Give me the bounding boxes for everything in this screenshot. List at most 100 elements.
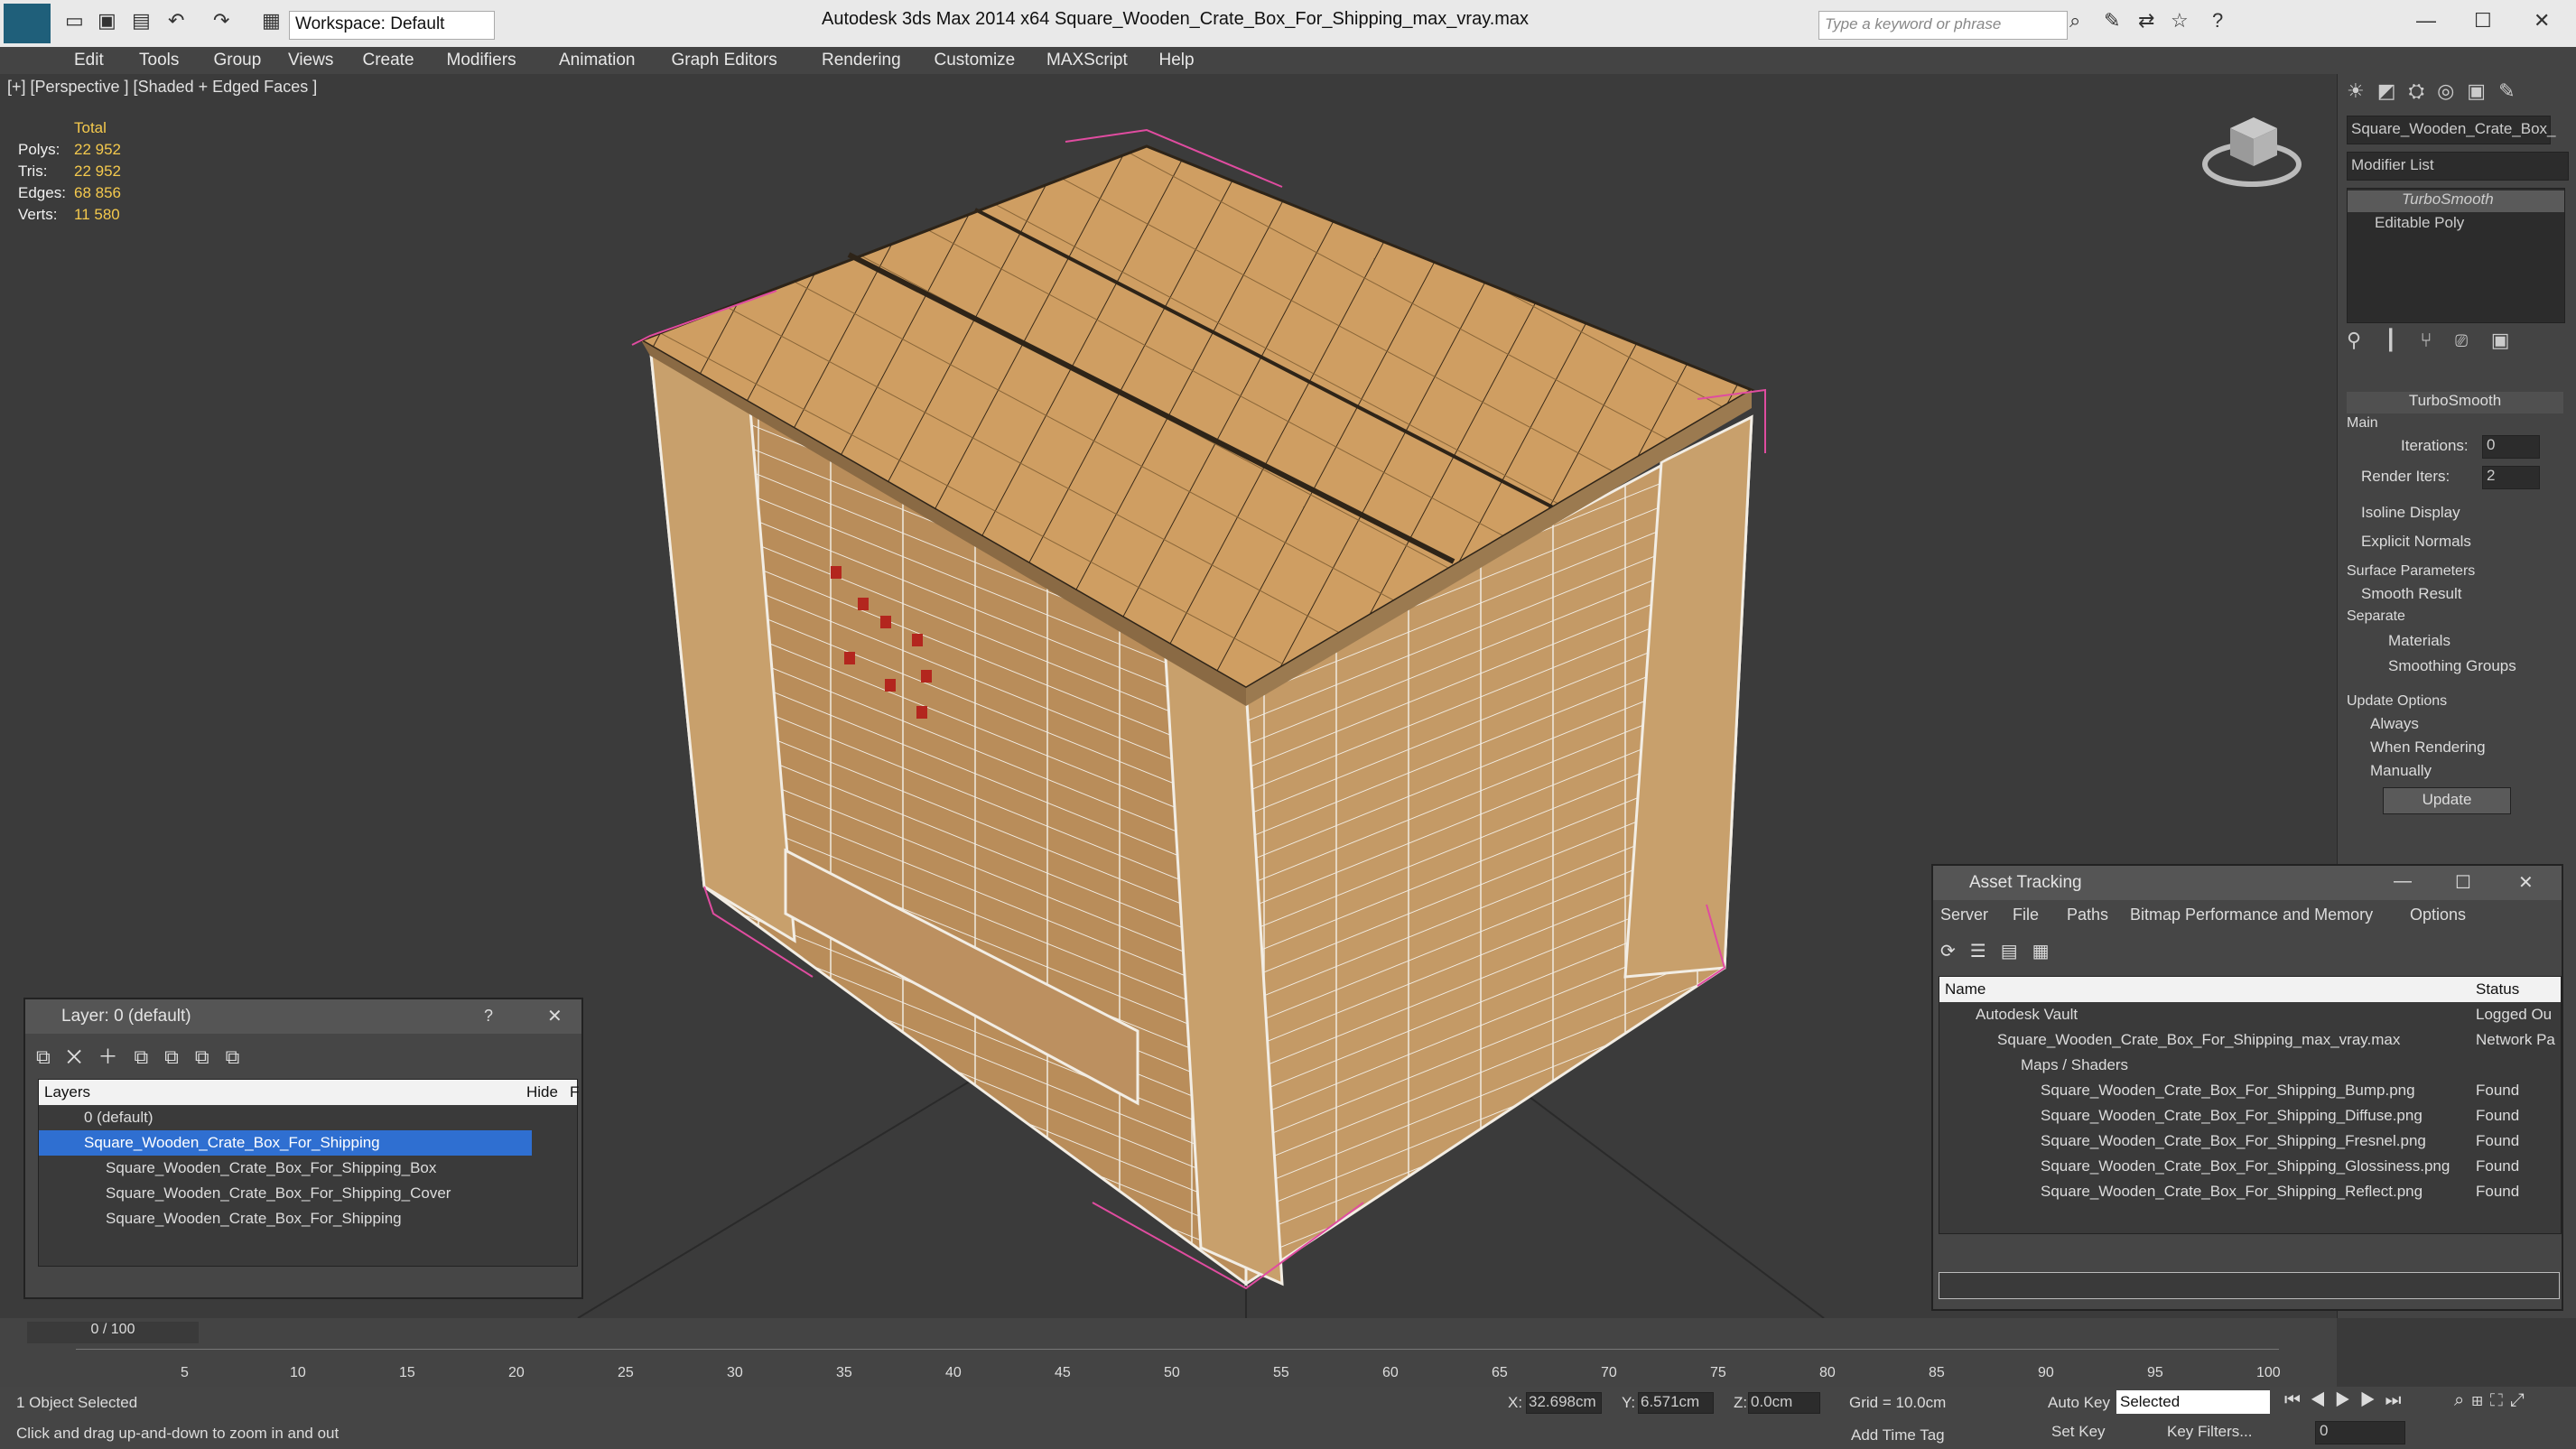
- exchange-icon[interactable]: ⇄: [2138, 9, 2154, 33]
- asset-row[interactable]: Maps / Shaders: [1939, 1053, 2561, 1078]
- save-icon[interactable]: ▤: [132, 9, 151, 33]
- stats-row: Polys: 22 952: [18, 141, 121, 158]
- layer-row[interactable]: Square_Wooden_Crate_Box_For_Shipping_Box: [39, 1156, 577, 1181]
- menu-item-maxscript[interactable]: MAXScript: [1046, 51, 1128, 70]
- iterations-spinner[interactable]: 0: [2482, 435, 2540, 459]
- help-icon[interactable]: ?: [2212, 9, 2223, 33]
- open-file-icon[interactable]: ▣: [98, 9, 116, 33]
- asset-row[interactable]: Square_Wooden_Crate_Box_For_Shipping_Fre…: [1939, 1129, 2561, 1154]
- timeline-tick: 65: [1492, 1365, 1508, 1380]
- asset-row[interactable]: Square_Wooden_Crate_Box_For_Shipping_max…: [1939, 1027, 2561, 1053]
- current-frame-field[interactable]: 0: [2315, 1421, 2405, 1444]
- smoothing-groups-checkbox[interactable]: Smoothing Groups: [2388, 657, 2516, 675]
- menu-item-create[interactable]: Create: [363, 51, 414, 70]
- z-coordinate[interactable]: 0.0cm: [1748, 1392, 1820, 1414]
- command-tabs[interactable]: ☀◩⛭◎▣✎: [2347, 79, 2528, 103]
- menu-item-animation[interactable]: Animation: [559, 51, 636, 70]
- stack-item-turbosmooth[interactable]: TurboSmooth: [2348, 190, 2564, 212]
- isoline-checkbox[interactable]: Isoline Display: [2361, 504, 2460, 522]
- add-time-tag[interactable]: Add Time Tag: [1851, 1426, 1945, 1444]
- layer-row[interactable]: 0 (default): [39, 1105, 577, 1130]
- maximize-icon[interactable]: ☐: [2474, 9, 2492, 33]
- stack-tools[interactable]: ⚲┃⑂⎚▣: [2347, 329, 2534, 352]
- asset-menu-server[interactable]: Server: [1940, 906, 1988, 924]
- update-button[interactable]: Update: [2383, 787, 2511, 814]
- layer-toolbar[interactable]: ⧉✕＋⧉⧉⧉⧉: [36, 1041, 256, 1070]
- menu-item-help[interactable]: Help: [1159, 51, 1195, 70]
- asset-row[interactable]: Autodesk Vault Logged Ou: [1939, 1002, 2561, 1027]
- menu-item-views[interactable]: Views: [288, 51, 333, 70]
- materials-checkbox[interactable]: Materials: [2388, 632, 2450, 650]
- asset-row[interactable]: Square_Wooden_Crate_Box_For_Shipping_Glo…: [1939, 1154, 2561, 1179]
- search-input[interactable]: Type a keyword or phrase: [1818, 11, 2068, 40]
- layer-row[interactable]: Square_Wooden_Crate_Box_For_Shipping_Cov…: [39, 1181, 577, 1206]
- workspace-dropdown[interactable]: Workspace: Default: [289, 11, 495, 40]
- menu-item-modifiers[interactable]: Modifiers: [447, 51, 516, 70]
- tools-icon[interactable]: ✎: [2104, 9, 2120, 33]
- timeline-tick: 5: [181, 1365, 189, 1380]
- modifier-list-dropdown[interactable]: Modifier List: [2347, 152, 2569, 181]
- asset-menu-file[interactable]: File: [2013, 906, 2039, 924]
- manually-radio[interactable]: Manually: [2370, 762, 2432, 780]
- timeline[interactable]: 0 / 100 5 10 15 20 25 30 35 40 45 50 55 60 65 70 75 80 8…: [0, 1318, 2337, 1387]
- object-name-field[interactable]: Square_Wooden_Crate_Box_: [2347, 116, 2556, 144]
- menu-item-rendering[interactable]: Rendering: [822, 51, 901, 70]
- timeline-tick: 15: [399, 1365, 415, 1380]
- close-icon[interactable]: ✕: [2534, 9, 2550, 33]
- asset-row[interactable]: Square_Wooden_Crate_Box_For_Shipping_Dif…: [1939, 1103, 2561, 1129]
- close-icon[interactable]: ✕: [547, 1005, 563, 1027]
- asset-menu-paths[interactable]: Paths: [2067, 906, 2108, 924]
- new-file-icon[interactable]: ▭: [65, 9, 84, 33]
- stats-row: Tris: 22 952: [18, 163, 121, 180]
- key-mode-dropdown[interactable]: Selected: [2116, 1390, 2270, 1414]
- auto-key-button[interactable]: Auto Key: [2048, 1394, 2110, 1412]
- asset-path-field[interactable]: [1939, 1272, 2560, 1299]
- layer-row-selected[interactable]: Square_Wooden_Crate_Box_For_Shipping: [39, 1130, 532, 1156]
- playback-controls[interactable]: ⏮◀▶▶⏭: [2284, 1390, 2411, 1411]
- stats-header: Total: [74, 119, 107, 136]
- binoculars-icon[interactable]: ⌕: [2069, 9, 2080, 33]
- asset-menu-bitmap-performance-and-memory[interactable]: Bitmap Performance and Memory: [2130, 906, 2373, 924]
- y-coordinate[interactable]: 6.571cm: [1638, 1392, 1714, 1414]
- when-rendering-radio[interactable]: When Rendering: [2370, 738, 2486, 757]
- help-icon[interactable]: ?: [484, 1007, 493, 1026]
- main-group-label: Main: [2347, 415, 2378, 431]
- layer-window-title: Layer: 0 (default): [25, 999, 581, 1034]
- asset-row[interactable]: Square_Wooden_Crate_Box_For_Shipping_Bum…: [1939, 1078, 2561, 1103]
- stack-item-editable-poly[interactable]: Editable Poly: [2348, 214, 2564, 236]
- asset-menu-options[interactable]: Options: [2410, 906, 2466, 924]
- explicit-normals-checkbox[interactable]: Explicit Normals: [2361, 533, 2471, 551]
- viewport-label[interactable]: [+] [Perspective ] [Shaded + Edged Faces…: [7, 78, 317, 97]
- redo-icon[interactable]: ↷: [213, 9, 229, 33]
- render-iters-spinner[interactable]: 2: [2482, 466, 2540, 489]
- set-key-button[interactable]: Set Key: [2051, 1423, 2106, 1441]
- app-logo-icon[interactable]: [4, 4, 51, 43]
- layer-row[interactable]: Square_Wooden_Crate_Box_For_Shipping: [39, 1206, 577, 1231]
- menu-item-tools[interactable]: Tools: [139, 51, 179, 70]
- time-slider[interactable]: 0 / 100: [27, 1322, 199, 1343]
- menu-item-group[interactable]: Group: [214, 51, 262, 70]
- rollout-title[interactable]: TurboSmooth: [2347, 392, 2563, 413]
- window-title: Autodesk 3ds Max 2014 x64 Square_Wooden_…: [822, 9, 1530, 29]
- viewport-nav-controls[interactable]: ⌕⊞⛶⤢: [2454, 1390, 2532, 1411]
- maximize-icon[interactable]: ☐: [2455, 871, 2471, 894]
- always-radio[interactable]: Always: [2370, 715, 2419, 733]
- asset-row[interactable]: Square_Wooden_Crate_Box_For_Shipping_Ref…: [1939, 1179, 2561, 1204]
- asset-toolbar[interactable]: ⟳☰▤▦: [1940, 940, 2063, 962]
- asset-list: Name Status Autodesk Vault Logged Ou Squar…: [1939, 976, 2562, 1234]
- timeline-tick: 40: [945, 1365, 962, 1380]
- key-filters-button[interactable]: Key Filters...: [2167, 1423, 2252, 1441]
- project-icon[interactable]: ▦: [262, 9, 281, 33]
- star-icon[interactable]: ☆: [2171, 9, 2189, 33]
- smooth-result-checkbox[interactable]: Smooth Result: [2361, 585, 2462, 603]
- minimize-icon[interactable]: —: [2416, 9, 2436, 33]
- menu-item-edit[interactable]: Edit: [74, 51, 104, 70]
- z-label: Z:: [1734, 1394, 1748, 1411]
- minimize-icon[interactable]: —: [2394, 871, 2412, 892]
- menu-item-customize[interactable]: Customize: [935, 51, 1016, 70]
- timeline-tick: 85: [1929, 1365, 1945, 1380]
- menu-item-graph-editors[interactable]: Graph Editors: [672, 51, 777, 70]
- close-icon[interactable]: ✕: [2518, 871, 2534, 894]
- undo-icon[interactable]: ↶: [168, 9, 184, 33]
- x-coordinate[interactable]: 32.698cm: [1526, 1392, 1602, 1414]
